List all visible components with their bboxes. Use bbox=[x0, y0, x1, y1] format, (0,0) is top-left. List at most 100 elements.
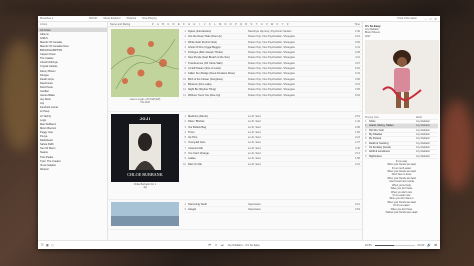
track-duration: 3:07 bbox=[354, 61, 360, 65]
tab-music[interactable]: MUSIC bbox=[89, 17, 97, 20]
track-title: Our Bullets Bag bbox=[188, 125, 207, 129]
track-duration: 1:58 bbox=[354, 157, 360, 161]
lyric-line: Wished your friends were dead bbox=[385, 211, 418, 214]
now-playing-panel: It's So Easy Joy Radiator Blood Sheets 2… bbox=[362, 22, 440, 240]
track-title: Night Be (Skyline Thing) bbox=[188, 88, 216, 92]
album-cover-vaporwave[interactable] bbox=[111, 202, 179, 226]
track-info-label[interactable]: Track Information bbox=[397, 17, 417, 20]
track-title: Ice Pino bbox=[188, 136, 198, 140]
close-icon[interactable]: ✕ bbox=[433, 17, 438, 21]
track-genre: Lo-Fi, Soul bbox=[248, 130, 261, 134]
track-genre: Lo-Fi, Soul bbox=[248, 146, 261, 150]
track-genre: Lo-Fi, Soul bbox=[248, 157, 261, 161]
tab-music-explorer[interactable]: Music Explorer bbox=[103, 17, 120, 20]
track-genre: Dream Pop, Neo Psychedelic, Shoegaze bbox=[248, 88, 296, 92]
queue-artist: Joy Radiator bbox=[416, 124, 431, 128]
track-row[interactable]: 2 Ariegel Vaporwave 2:54 bbox=[182, 207, 362, 213]
queue-artist: Joy Radiator bbox=[416, 128, 431, 132]
list-icon[interactable]: ☰ bbox=[41, 243, 44, 247]
track-genre: Lo-Fi, Soul bbox=[248, 141, 261, 145]
column-time[interactable]: Time bbox=[354, 23, 360, 26]
track-title: Young Ed Gein bbox=[188, 141, 206, 145]
track-duration: 5:02 bbox=[354, 67, 360, 71]
track-title: A Fluff Dream (Sins of Land) bbox=[188, 67, 221, 71]
track-title: Fallen Sun Budge (Nova Smokers Rose) bbox=[188, 72, 235, 76]
track-genre: Vaporwave bbox=[248, 203, 261, 206]
track-title: Prologue (Bob Joseph Thinks) bbox=[188, 51, 223, 55]
alphabet-letter[interactable]: Z bbox=[285, 23, 290, 26]
sidebar-item-artist[interactable]: Weezer bbox=[38, 167, 107, 171]
previous-icon[interactable]: ⏮ bbox=[208, 243, 211, 247]
now-playing-text: Joy Radiator – It's So Easy bbox=[227, 243, 260, 247]
play-pause-icon[interactable]: ⏸ bbox=[215, 243, 217, 247]
seek-fill bbox=[374, 244, 394, 246]
album-caption: Chloe Burbank Vol. 1 Joji bbox=[133, 183, 157, 189]
track-title: Ladies bbox=[188, 157, 196, 161]
queue-title: Adrift & Loneliness bbox=[369, 150, 390, 154]
queue-title: My Purana bbox=[369, 137, 382, 141]
elapsed-time: 01:56 bbox=[364, 243, 372, 247]
track-duration: 3:44 bbox=[354, 72, 360, 76]
queue-artist: Joy Radiator bbox=[416, 137, 431, 141]
track-genre: Dream Pop, Neo Psychedelic, Shoegaze bbox=[248, 67, 296, 71]
track-duration: 3:28 bbox=[354, 51, 360, 55]
track-title: Rain On Me bbox=[188, 162, 202, 166]
column-name-rating[interactable]: Name and Rating bbox=[110, 23, 130, 26]
queue-title: My Shadow bbox=[369, 133, 383, 137]
track-duration: 4:05 bbox=[354, 88, 360, 92]
track-genre: Vaporwave bbox=[248, 208, 261, 212]
app-menu[interactable]: Musicbee ▾ bbox=[40, 17, 53, 20]
queue-artist: Joy Radiator bbox=[416, 150, 431, 154]
track-title: Ghost Of Fire (Ugga Bugga) bbox=[188, 45, 221, 49]
track-duration: 1:55 bbox=[354, 130, 360, 134]
track-title: Dykes (Introduction) bbox=[188, 30, 212, 33]
queue-title: Nightmares bbox=[369, 154, 382, 158]
grid-icon[interactable]: ▦ bbox=[46, 243, 49, 247]
track-duration: 2:24 bbox=[354, 136, 360, 140]
track-genre: Lo-Fi, Soul bbox=[248, 136, 261, 140]
track-title: Thom bbox=[188, 130, 195, 134]
track-genre: Dream Pop, Neo Psychedelic, Shoegaze bbox=[248, 77, 296, 81]
queue-item[interactable]: 9 Nightmares Joy Radiator bbox=[365, 155, 438, 159]
track-title: Into the Deep Trials (Doe Up) bbox=[188, 35, 222, 39]
track-genre: Dream Pop, Neo Psychedelic, Shoegaze bbox=[248, 72, 296, 76]
track-row[interactable]: 10 Rain On Me Lo-Fi, Soul 2:31 bbox=[182, 162, 362, 167]
track-title: Blossom (Don Lake) bbox=[188, 82, 212, 86]
player-bar: ☰ ▦ ▢ ⏮ ⏸ ⏭ Joy Radiator – It's So Easy … bbox=[38, 240, 440, 249]
track-duration: 4:59 bbox=[354, 77, 360, 81]
track-genre: Lo-Fi, Soul bbox=[248, 152, 261, 156]
background-glow bbox=[440, 100, 474, 190]
track-duration: 2:31 bbox=[354, 162, 360, 166]
track-list: 1 Medicine (Remix) Lo-Fi, Soul 2:51 2 Plain /… bbox=[182, 112, 362, 199]
track-title: Unsound Hill bbox=[188, 146, 203, 150]
tab-playlists[interactable]: Playlists bbox=[127, 17, 137, 20]
seek-bar[interactable] bbox=[374, 244, 415, 246]
track-duration: 2:51 bbox=[354, 115, 360, 118]
track-genre: Dream Pop, Neo Psychedelic, Shoegaze bbox=[248, 40, 296, 44]
track-duration: 2:08 bbox=[354, 125, 360, 129]
track-title: Medicine (Remix) bbox=[188, 115, 209, 118]
volume-icon[interactable]: 🔊 bbox=[427, 243, 431, 247]
queue-title: Hot Fire Cool bbox=[369, 128, 384, 132]
cover-title-text: CHLOE BURBANK bbox=[127, 172, 163, 177]
track-genre: Lo-Fi, Soul bbox=[248, 115, 261, 118]
next-icon[interactable]: ⏭ bbox=[221, 243, 224, 247]
album-cover-joji[interactable]: JOJI CHLOE BURBANK bbox=[111, 114, 179, 182]
track-genre: Dream Pop, Neo Psychedelic, Shoegaze bbox=[248, 82, 296, 86]
queue-title: Grand, Money, Stakes bbox=[369, 124, 394, 128]
app-window: Musicbee ▾ MUSIC Music Explorer Playlist… bbox=[38, 16, 440, 249]
track-row[interactable]: 13 Without Yours You (Doe Up) Dream Pop, N… bbox=[182, 93, 362, 98]
queue-title: Chloe bbox=[369, 120, 376, 124]
tab-now-playing[interactable]: Now Playing bbox=[142, 17, 156, 20]
track-genre: Lo-Fi, Soul bbox=[248, 120, 261, 124]
track-duration: 3:50 bbox=[354, 40, 360, 44]
queue-artist: Joy Radiator bbox=[416, 120, 431, 124]
track-duration: 1:37 bbox=[354, 141, 360, 145]
album-block: Love is Loyal + Oh Fluff (EP) The Fluff … bbox=[108, 27, 362, 112]
tiles-icon[interactable]: ▢ bbox=[51, 243, 54, 247]
shuffle-icon[interactable]: ⇄ bbox=[434, 243, 437, 247]
track-genre: Dream Pop, Neo Psychedelic, Shoegaze bbox=[248, 45, 296, 49]
track-duration: 3:31 bbox=[354, 82, 360, 86]
queue-artist: Joy Radiator bbox=[416, 133, 431, 137]
album-cover-flower[interactable] bbox=[111, 29, 179, 97]
